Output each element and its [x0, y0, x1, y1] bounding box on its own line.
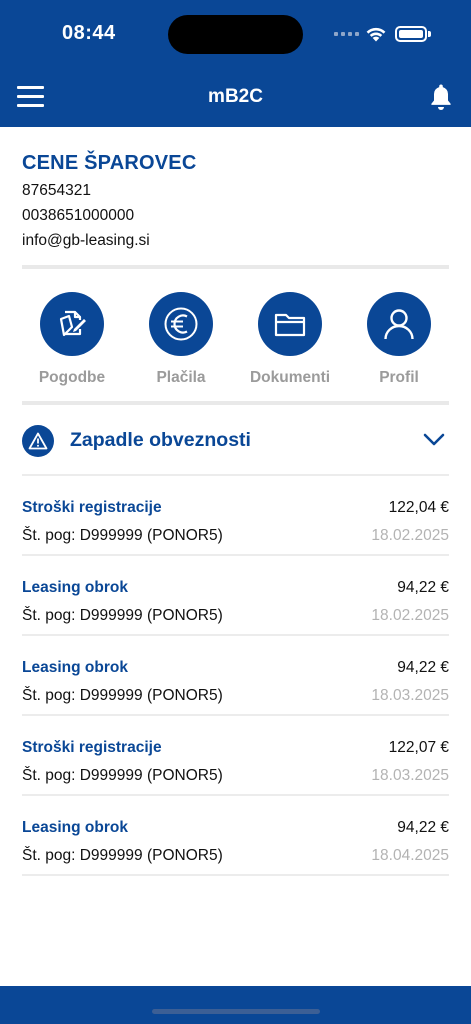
user-info: CENE ŠPAROVEC 87654321 0038651000000 inf…	[22, 152, 449, 250]
contract-edit-icon	[40, 292, 104, 356]
obligation-date: 18.04.2025	[371, 847, 449, 864]
obligation-amount: 94,22 €	[397, 659, 449, 676]
obligation-row[interactable]: Leasing obrok Št. pog: D999999 (PONOR5) …	[22, 796, 449, 876]
bell-icon[interactable]	[429, 83, 453, 111]
obligation-title: Leasing obrok	[22, 659, 128, 676]
app-bar: mB2C	[0, 68, 471, 127]
obligation-date: 18.03.2025	[371, 767, 449, 784]
obligation-amount: 122,04 €	[388, 499, 449, 516]
status-bar: 08:44	[0, 0, 471, 68]
wifi-icon	[366, 27, 386, 42]
quick-action-profil[interactable]: Profil	[349, 292, 449, 387]
user-name: CENE ŠPAROVEC	[22, 152, 197, 174]
quick-action-pogodbe[interactable]: Pogodbe	[22, 292, 122, 387]
obligation-title: Stroški registracije	[22, 499, 162, 516]
obligation-contract: Št. pog: D999999 (PONOR5)	[22, 607, 223, 624]
obligation-amount: 94,22 €	[397, 819, 449, 836]
chevron-down-icon[interactable]	[423, 433, 445, 447]
obligation-contract: Št. pog: D999999 (PONOR5)	[22, 847, 223, 864]
user-id: 87654321	[22, 182, 91, 199]
warning-icon	[22, 425, 54, 457]
home-indicator[interactable]	[152, 1009, 320, 1014]
battery-icon	[395, 26, 427, 42]
obligation-amount: 94,22 €	[397, 579, 449, 596]
section-title: Zapadle obveznosti	[70, 429, 251, 451]
user-icon	[367, 292, 431, 356]
battery-tip	[428, 31, 431, 37]
dynamic-island	[168, 15, 303, 54]
obligation-row[interactable]: Stroški registracije Št. pog: D999999 (P…	[22, 476, 449, 556]
obligation-contract: Št. pog: D999999 (PONOR5)	[22, 527, 223, 544]
folder-icon	[258, 292, 322, 356]
obligation-title: Leasing obrok	[22, 819, 128, 836]
overdue-obligations-header[interactable]: Zapadle obveznosti	[22, 421, 449, 461]
obligation-row[interactable]: Leasing obrok Št. pog: D999999 (PONOR5) …	[22, 636, 449, 716]
quick-action-dokumenti[interactable]: Dokumenti	[240, 292, 340, 387]
divider	[22, 401, 449, 405]
status-time: 08:44	[62, 22, 116, 44]
obligation-contract: Št. pog: D999999 (PONOR5)	[22, 687, 223, 704]
obligation-date: 18.02.2025	[371, 527, 449, 544]
bottom-bar	[0, 986, 471, 1024]
obligation-date: 18.02.2025	[371, 607, 449, 624]
quick-action-label: Profil	[379, 369, 419, 386]
obligation-date: 18.03.2025	[371, 687, 449, 704]
divider	[22, 265, 449, 269]
quick-action-placila[interactable]: Plačila	[131, 292, 231, 387]
user-email: info@gb-leasing.si	[22, 232, 150, 249]
app-title: mB2C	[208, 86, 263, 107]
obligation-row[interactable]: Stroški registracije Št. pog: D999999 (P…	[22, 716, 449, 796]
obligation-contract: Št. pog: D999999 (PONOR5)	[22, 767, 223, 784]
obligation-amount: 122,07 €	[388, 739, 449, 756]
euro-icon	[149, 292, 213, 356]
quick-action-label: Plačila	[156, 369, 206, 386]
obligation-row[interactable]: Leasing obrok Št. pog: D999999 (PONOR5) …	[22, 556, 449, 636]
quick-action-label: Pogodbe	[38, 369, 106, 386]
cellular-signal-icon	[334, 32, 359, 36]
obligation-title: Stroški registracije	[22, 739, 162, 756]
obligations-list: Stroški registracije Št. pog: D999999 (P…	[22, 476, 449, 876]
user-phone: 0038651000000	[22, 207, 135, 224]
quick-action-label: Dokumenti	[249, 369, 331, 386]
obligation-title: Leasing obrok	[22, 579, 128, 596]
quick-actions: Pogodbe Plačila Dokumenti Profil	[22, 292, 449, 392]
